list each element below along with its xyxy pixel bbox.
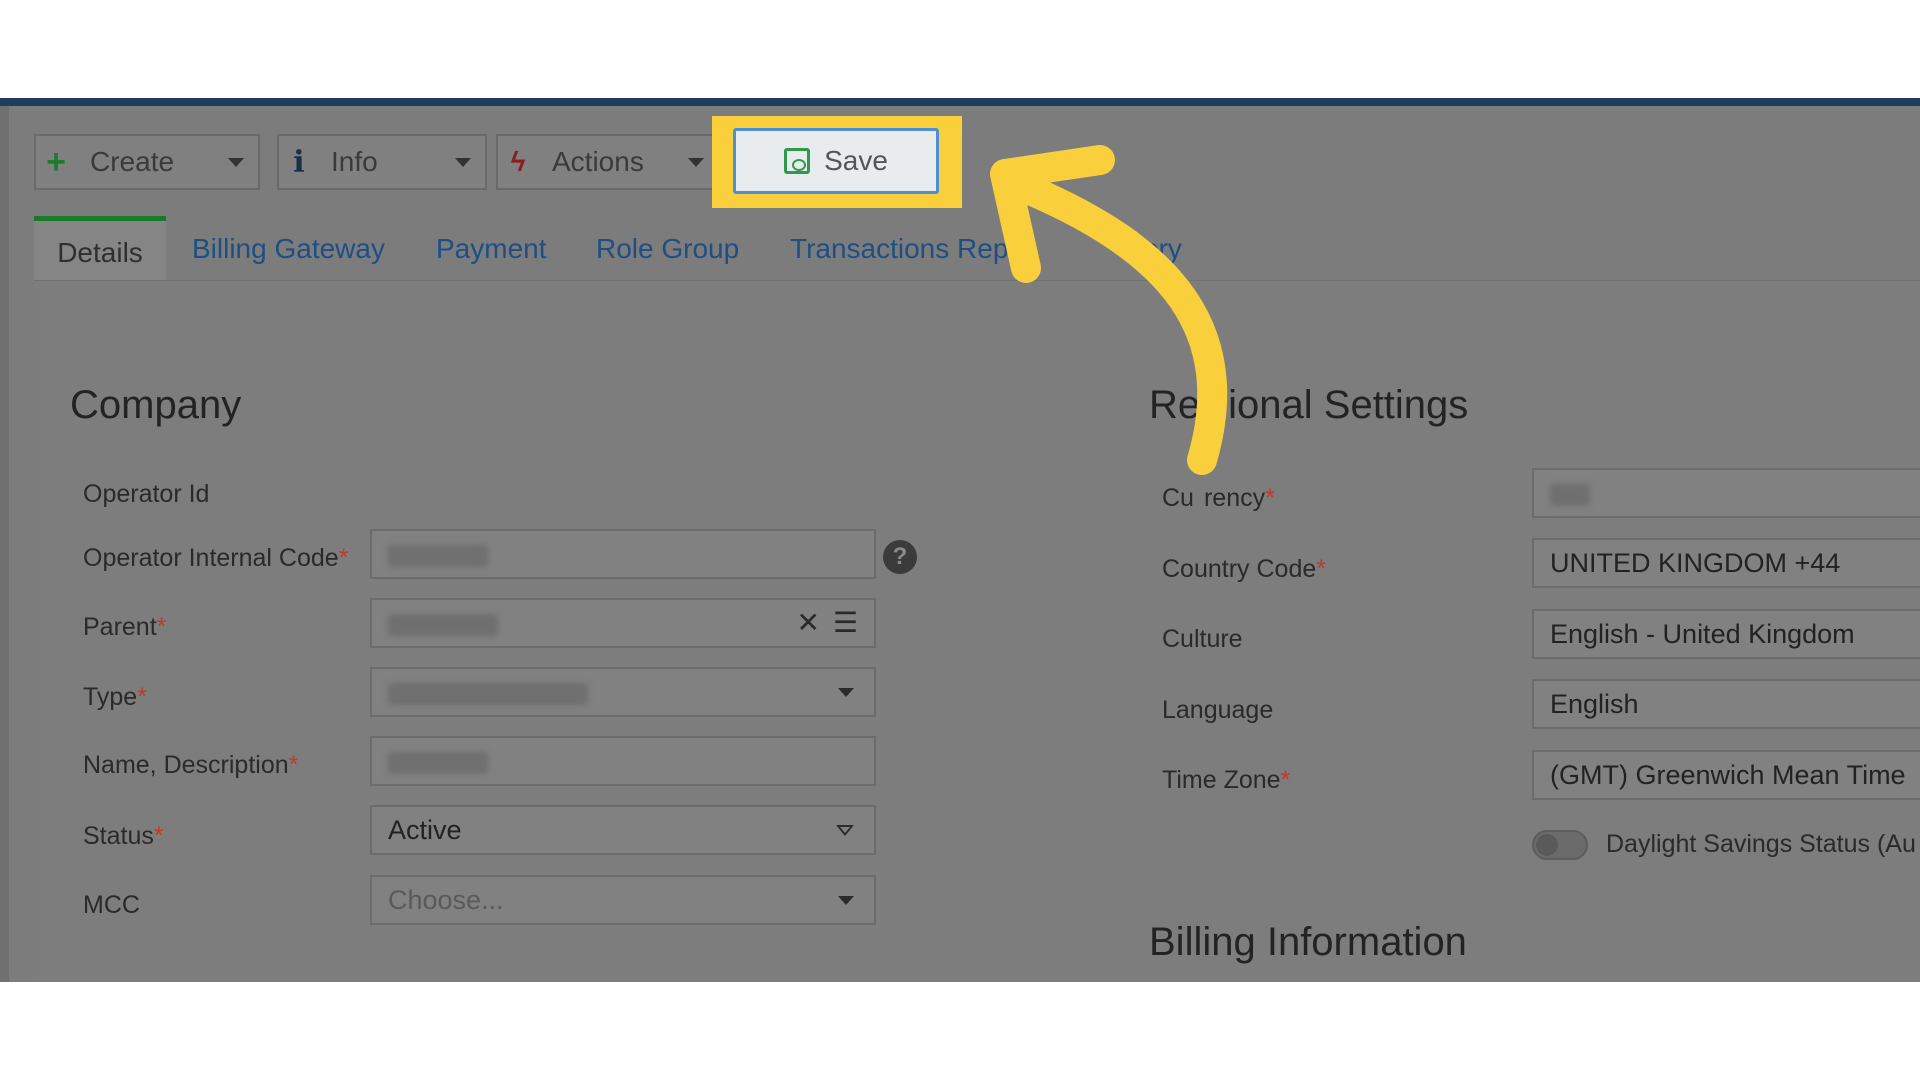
name-description-label: Name, Description*	[83, 751, 299, 779]
tab-role-group[interactable]: Role Group	[596, 216, 739, 280]
time-zone-label: Time Zone*	[1162, 766, 1291, 794]
currency-select[interactable]	[1532, 468, 1920, 518]
mcc-label: MCC	[83, 891, 140, 919]
parent-input[interactable]: ✕ ☰	[370, 598, 876, 648]
bolt-icon: ϟ	[510, 146, 526, 177]
tab-billing-gateway[interactable]: Billing Gateway	[192, 216, 385, 280]
info-icon: i	[293, 144, 305, 180]
save-label: Save	[824, 145, 888, 176]
culture-label: Culture	[1162, 625, 1243, 653]
list-icon[interactable]: ☰	[833, 600, 858, 646]
chevron-down-icon[interactable]	[228, 158, 244, 167]
regional-settings-heading: Re ional Settings	[1149, 383, 1469, 427]
tab-transactions-report[interactable]: Transactions Repo	[790, 216, 1024, 280]
chevron-down-icon	[838, 688, 854, 697]
create-button[interactable]: + Create	[34, 134, 260, 190]
info-button[interactable]: i Info	[277, 134, 487, 190]
chevron-down-icon	[836, 825, 854, 836]
currency-label: Cu rency*	[1162, 484, 1275, 512]
question-circle-icon[interactable]: ?	[883, 540, 917, 574]
close-icon[interactable]: ✕	[797, 600, 820, 646]
actions-label: Actions	[552, 146, 644, 177]
operator-internal-code-label: Operator Internal Code*	[83, 544, 349, 572]
tab-payment[interactable]: Payment	[436, 216, 547, 280]
parent-label: Parent*	[83, 613, 167, 641]
type-select[interactable]	[370, 667, 876, 717]
language-label: Language	[1162, 696, 1274, 724]
info-label: Info	[331, 146, 378, 177]
time-zone-select[interactable]: (GMT) Greenwich Mean Time	[1532, 750, 1920, 800]
daylight-savings-toggle[interactable]	[1532, 830, 1588, 860]
status-label: Status*	[83, 822, 164, 850]
status-select[interactable]: Active	[370, 805, 876, 855]
company-heading: Company	[70, 383, 242, 427]
left-sidebar-edge	[0, 106, 9, 982]
country-code-select[interactable]: UNITED KINGDOM +44	[1532, 538, 1920, 588]
operator-internal-code-input[interactable]	[370, 529, 876, 579]
name-description-input[interactable]	[370, 736, 876, 786]
app-window: + Create i Info ϟ Actions Save Details B…	[0, 98, 1920, 982]
country-code-label: Country Code*	[1162, 555, 1326, 583]
chevron-down-icon[interactable]	[688, 158, 704, 167]
operator-id-label: Operator Id	[83, 480, 210, 508]
actions-button[interactable]: ϟ Actions	[496, 134, 720, 190]
billing-information-heading: Billing Information	[1149, 920, 1467, 964]
tab-history[interactable]: ory	[1143, 216, 1182, 280]
top-nav-bar	[0, 98, 1920, 106]
save-button[interactable]: Save	[733, 128, 939, 194]
create-label: Create	[90, 146, 175, 177]
culture-select[interactable]: English - United Kingdom	[1532, 609, 1920, 659]
chevron-down-icon[interactable]	[455, 158, 471, 167]
daylight-savings-label: Daylight Savings Status (Au	[1606, 830, 1916, 858]
chevron-down-icon	[838, 896, 854, 905]
floppy-disk-icon	[784, 148, 811, 174]
type-label: Type*	[83, 683, 147, 711]
language-select[interactable]: English	[1532, 679, 1920, 729]
mcc-select[interactable]: Choose...	[370, 875, 876, 925]
plus-icon: +	[46, 142, 66, 181]
tab-details[interactable]: Details	[34, 216, 166, 280]
